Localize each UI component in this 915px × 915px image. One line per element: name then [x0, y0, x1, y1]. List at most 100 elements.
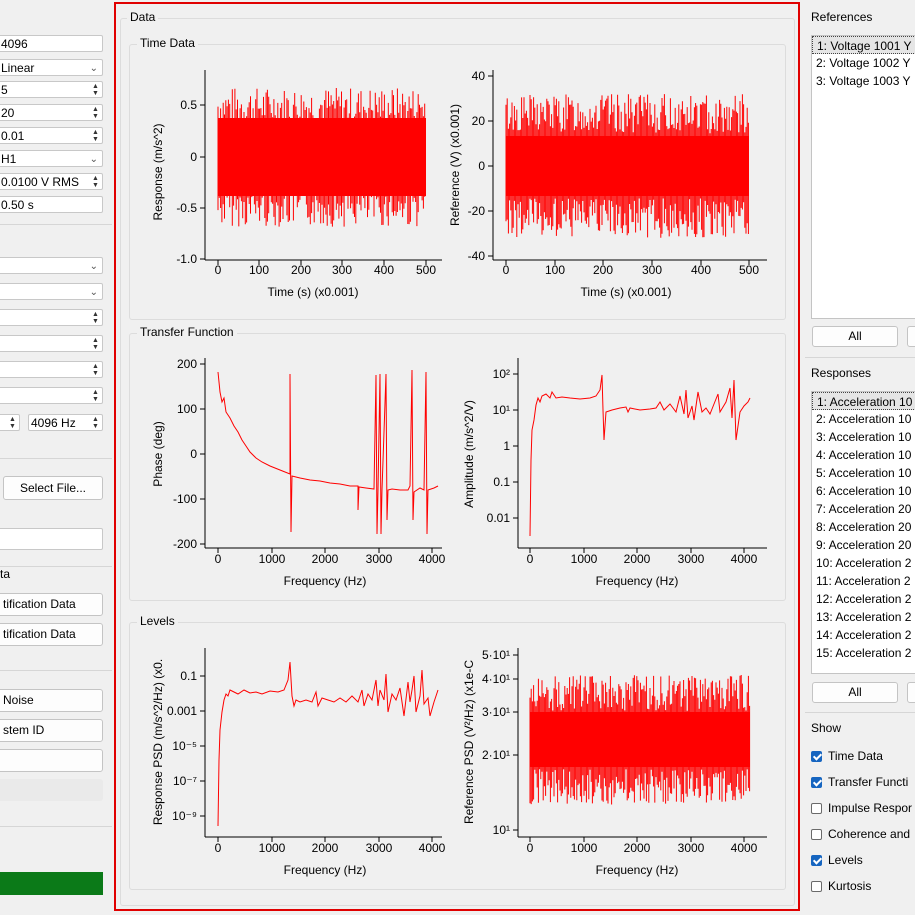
ytick-label: 200 — [177, 357, 197, 371]
checkbox-unchecked-icon[interactable] — [811, 829, 822, 840]
responses-title: Responses — [811, 366, 872, 380]
list-item[interactable]: 3: Acceleration 10 — [812, 428, 915, 446]
reference-time-plot: 40 20 0 -20 -40 0 100 200 300 400 500 Ti… — [448, 69, 767, 299]
checkbox-label: Impulse Respor — [828, 801, 913, 815]
show-impulse-response-checkbox[interactable]: Impulse Respor — [811, 799, 912, 817]
ytick-label: 20 — [472, 114, 486, 128]
y-axis-label: Response (m/s^2) — [151, 124, 165, 221]
checkbox-unchecked-icon[interactable] — [811, 803, 822, 814]
xtick-label: 1000 — [571, 552, 598, 566]
list-item[interactable]: 14: Acceleration 2 — [812, 626, 915, 644]
ytick-label: 0.1 — [493, 475, 510, 489]
xtick-label: 4000 — [731, 841, 758, 855]
xtick-label: 3000 — [678, 841, 705, 855]
xtick-label: 300 — [332, 263, 352, 277]
list-item[interactable]: 8: Acceleration 20 — [812, 518, 915, 536]
checkbox-unchecked-icon[interactable] — [811, 881, 822, 892]
list-item[interactable]: 9: Acceleration 20 — [812, 536, 915, 554]
y-axis-label: Reference (V) (x0.001) — [448, 104, 462, 226]
list-item[interactable]: 4: Acceleration 10 — [812, 446, 915, 464]
list-item[interactable]: 13: Acceleration 2 — [812, 608, 915, 626]
checkbox-label: Levels — [828, 853, 863, 867]
show-coherence-checkbox[interactable]: Coherence and — [811, 825, 910, 843]
list-item[interactable]: 1: Voltage 1001 Y — [812, 36, 915, 54]
responses-none-button[interactable] — [907, 682, 915, 703]
xtick-label: 1000 — [571, 841, 598, 855]
ytick-label: 40 — [472, 69, 486, 83]
xtick-label: 400 — [374, 263, 394, 277]
response-psd-plot: 0.1 0.001 10⁻⁵ 10⁻⁷ 10⁻⁹ 0 1000 2000 300… — [151, 648, 446, 877]
ytick-label: -200 — [173, 537, 197, 551]
list-item[interactable]: 3: Voltage 1003 Y — [812, 72, 915, 90]
xtick-label: 0 — [527, 841, 534, 855]
ytick-label: 0 — [190, 447, 197, 461]
list-item[interactable]: 10: Acceleration 2 — [812, 554, 915, 572]
x-axis-label: Time (s) (x0.001) — [581, 285, 672, 299]
list-item[interactable]: 2: Voltage 1002 Y — [812, 54, 915, 72]
ytick-label: 1 — [503, 439, 510, 453]
xtick-label: 300 — [642, 263, 662, 277]
list-item[interactable]: 2: Acceleration 10 — [812, 410, 915, 428]
xtick-label: 200 — [291, 263, 311, 277]
xtick-label: 100 — [545, 263, 565, 277]
checkbox-checked-icon[interactable] — [811, 751, 822, 762]
y-ticks — [200, 104, 205, 260]
separator — [805, 712, 915, 713]
plots-canvas: 0.5 0 -0.5 -1.0 0 100 200 300 400 500 Ti… — [151, 69, 767, 877]
show-title: Show — [811, 721, 842, 735]
checkbox-label: Time Data — [828, 749, 883, 763]
list-item[interactable]: 11: Acceleration 2 — [812, 572, 915, 590]
ytick-label: -1.0 — [176, 252, 197, 266]
list-item[interactable]: 7: Acceleration 20 — [812, 500, 915, 518]
list-item[interactable]: 1: Acceleration 10 — [812, 392, 915, 410]
y-ticks — [488, 75, 493, 257]
responses-list[interactable]: 1: Acceleration 10 2: Acceleration 10 3:… — [811, 391, 915, 674]
checkbox-checked-icon[interactable] — [811, 777, 822, 788]
references-list[interactable]: 1: Voltage 1001 Y 2: Voltage 1002 Y 3: V… — [811, 35, 915, 319]
ytick-label: 5·10¹ — [482, 648, 510, 662]
reference-time-trace — [505, 94, 749, 238]
ytick-label: 10⁻⁷ — [173, 774, 197, 788]
xtick-label: 1000 — [259, 841, 286, 855]
xtick-label: 0 — [215, 263, 222, 277]
x-ticks — [505, 260, 750, 265]
responses-all-button[interactable]: All — [812, 682, 898, 703]
xtick-label: 500 — [739, 263, 759, 277]
list-item[interactable]: 12: Acceleration 2 — [812, 590, 915, 608]
show-transfer-function-checkbox[interactable]: Transfer Functi — [811, 773, 908, 791]
checkbox-label: Coherence and — [828, 827, 911, 841]
show-kurtosis-checkbox[interactable]: Kurtosis — [811, 877, 871, 895]
y-ticks — [513, 654, 518, 831]
xtick-label: 3000 — [366, 552, 393, 566]
response-time-plot: 0.5 0 -0.5 -1.0 0 100 200 300 400 500 Ti… — [151, 70, 442, 299]
x-axis-label: Frequency (Hz) — [596, 574, 679, 588]
list-item[interactable]: 5: Acceleration 10 — [812, 464, 915, 482]
xtick-label: 2000 — [624, 841, 651, 855]
checkbox-label: Transfer Functi — [828, 775, 909, 789]
ytick-label: 0.5 — [180, 98, 197, 112]
references-title: References — [811, 10, 873, 24]
ytick-label: 0.1 — [180, 669, 197, 683]
ytick-label: 0 — [478, 159, 485, 173]
ytick-label: -40 — [468, 249, 486, 263]
y-ticks — [200, 675, 205, 817]
references-none-button[interactable] — [907, 326, 915, 347]
ytick-label: 0.001 — [167, 704, 197, 718]
xtick-label: 3000 — [366, 841, 393, 855]
references-all-button[interactable]: All — [812, 326, 898, 347]
show-levels-checkbox[interactable]: Levels — [811, 851, 863, 869]
xtick-label: 2000 — [312, 552, 339, 566]
ytick-label: 3·10¹ — [482, 705, 510, 719]
checkbox-checked-icon[interactable] — [811, 855, 822, 866]
xtick-label: 1000 — [259, 552, 286, 566]
show-time-data-checkbox[interactable]: Time Data — [811, 747, 883, 765]
list-item[interactable]: 15: Acceleration 2 — [812, 644, 915, 662]
ytick-label: 0 — [190, 150, 197, 164]
phase-trace — [217, 369, 439, 535]
ytick-label: 10¹ — [493, 403, 510, 417]
ytick-label: -0.5 — [176, 201, 197, 215]
list-item[interactable]: 6: Acceleration 10 — [812, 482, 915, 500]
ytick-label: 10⁻⁵ — [172, 739, 197, 753]
ytick-label: 100 — [177, 402, 197, 416]
y-axis-label: Amplitude (m/s^2/V) — [462, 400, 476, 508]
